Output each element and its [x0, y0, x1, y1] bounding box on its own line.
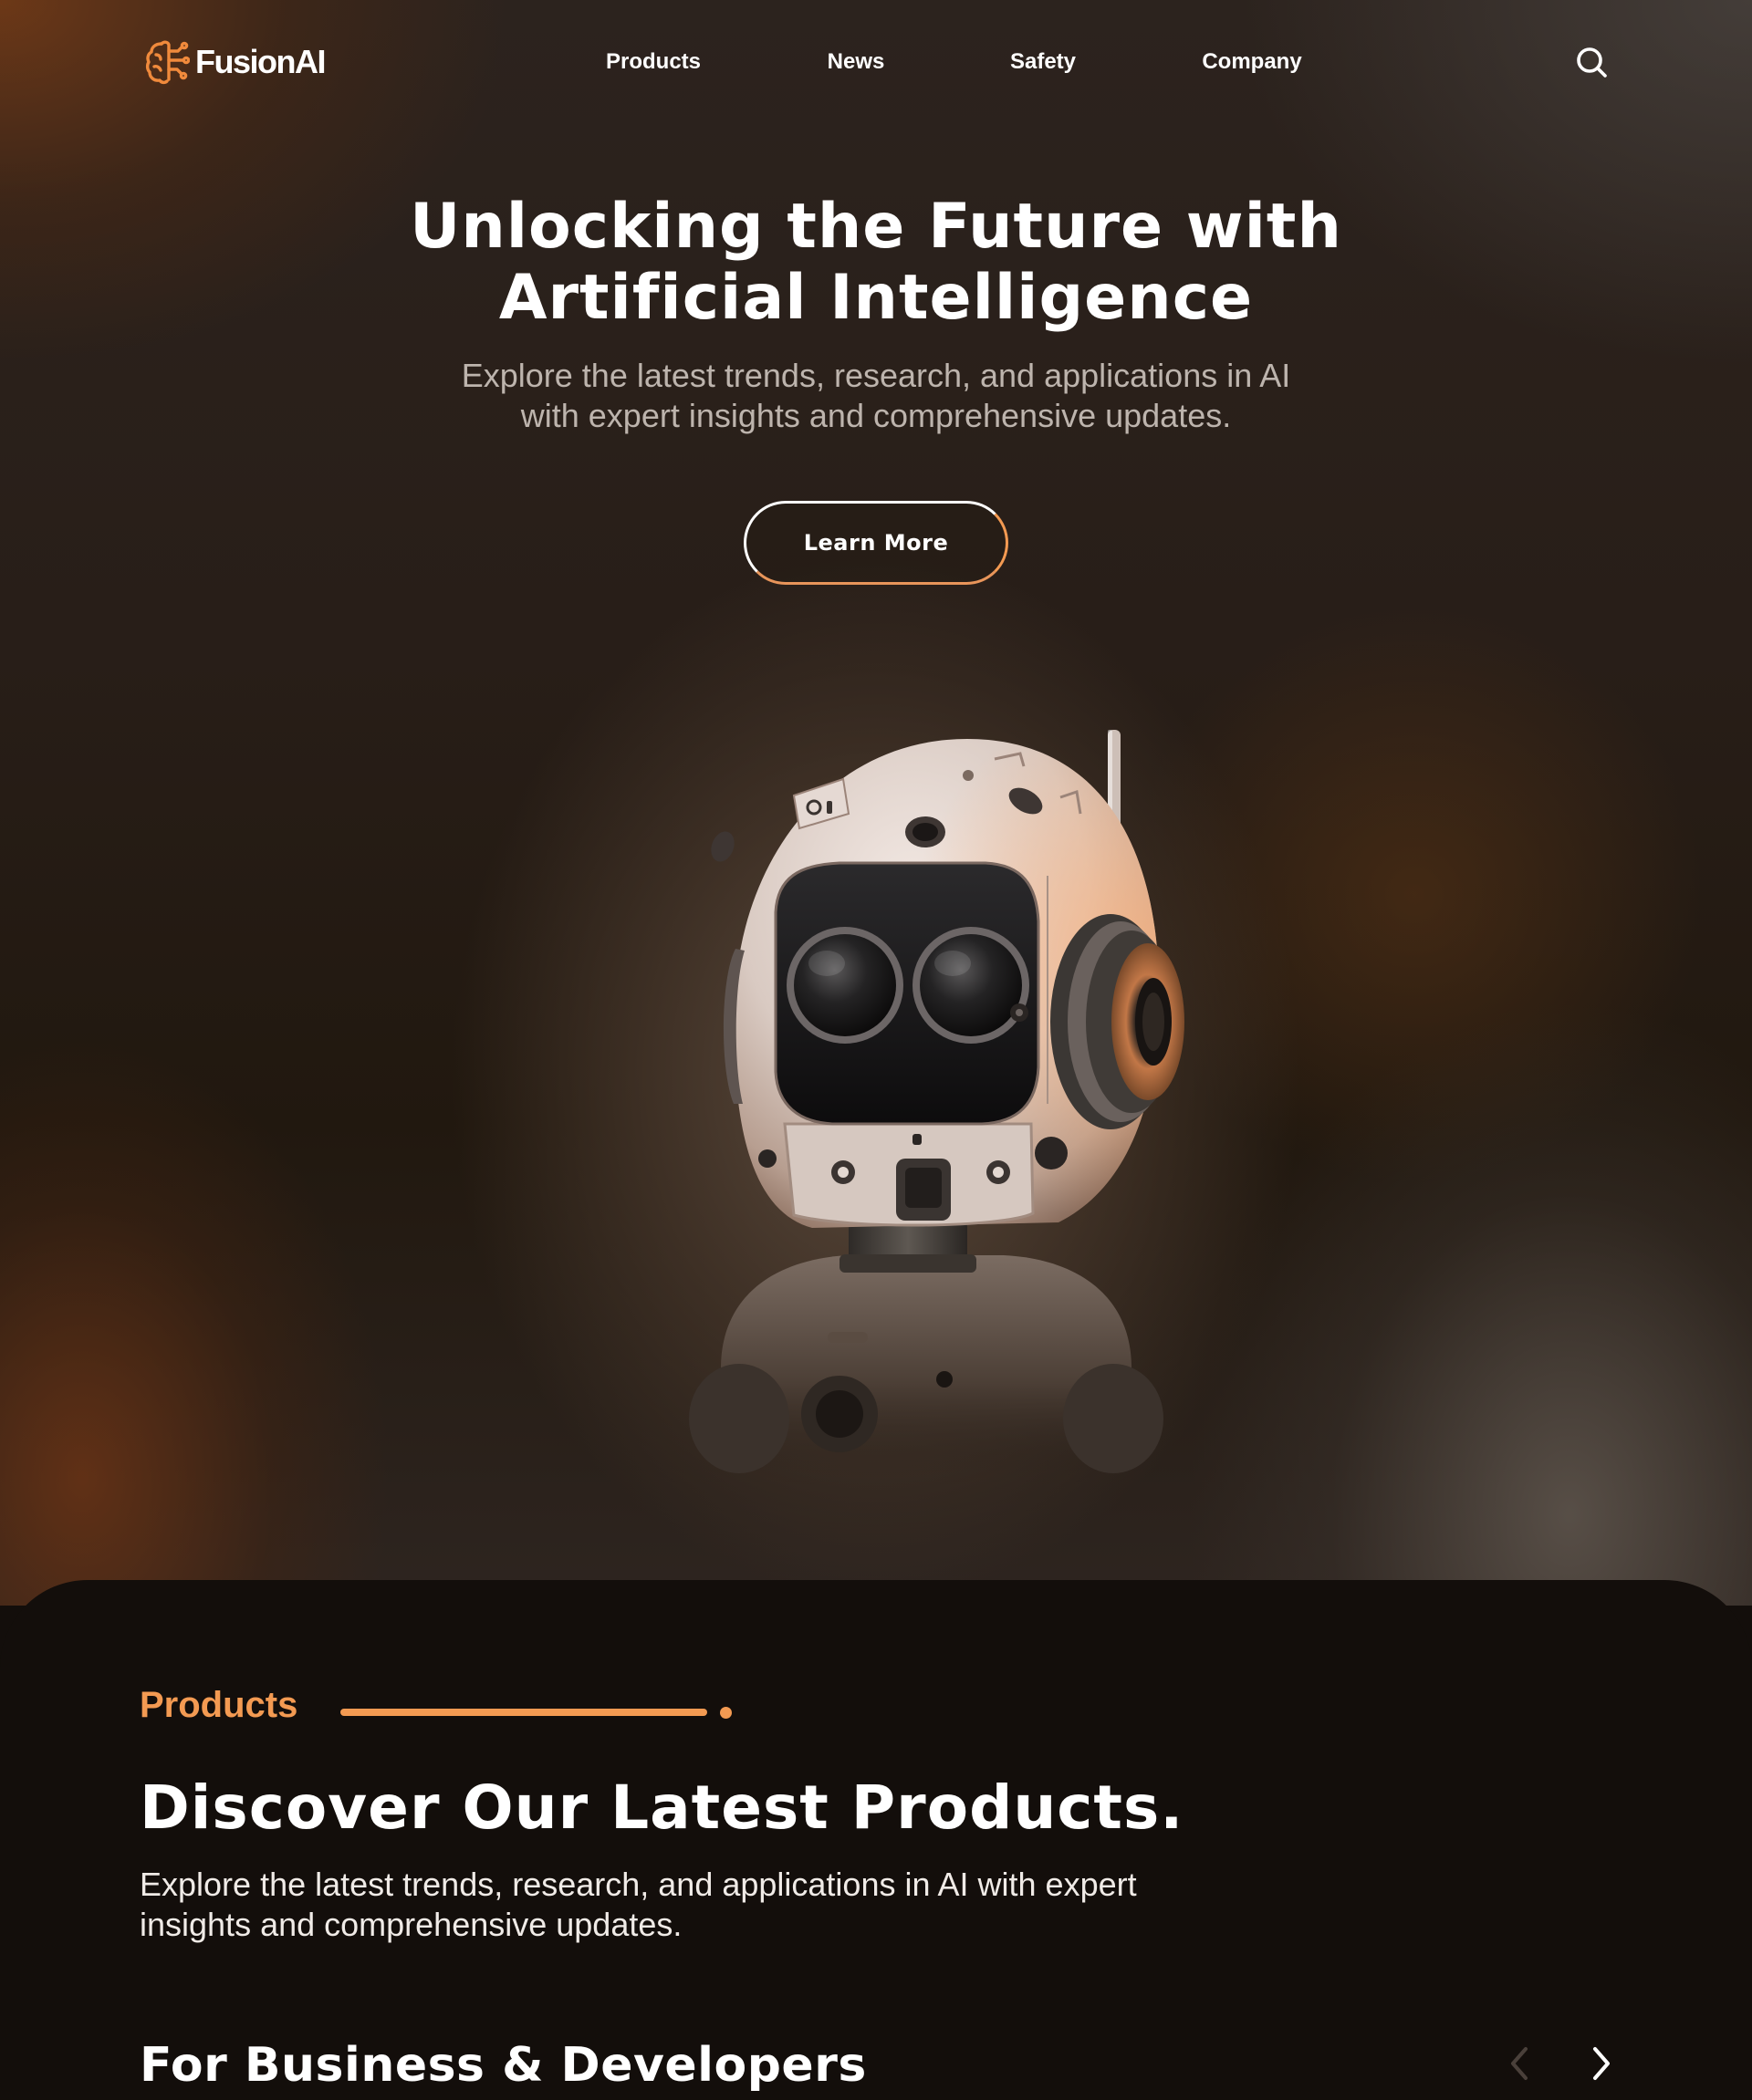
hero-title-line-1: Unlocking the Future with: [410, 191, 1342, 263]
products-subtitle-line-2: insights and comprehensive updates.: [140, 1906, 683, 1943]
main-nav: Products News Safety Company: [0, 49, 1752, 77]
search-icon: [1577, 47, 1607, 78]
nav-link-safety[interactable]: Safety: [1010, 49, 1076, 75]
hero-section: FusionAI Products News Safety Company Un…: [0, 0, 1752, 1606]
carousel-prev-button[interactable]: [1500, 2040, 1540, 2087]
search-button[interactable]: [1573, 44, 1610, 80]
hero-subtitle-line-1: Explore the latest trends, research, and…: [461, 357, 1291, 394]
products-subtitle: Explore the latest trends, research, and…: [140, 1865, 1326, 1945]
hero-title-line-2: Artificial Intelligence: [498, 262, 1254, 334]
subsection-title: For Business & Developers: [140, 2038, 867, 2093]
eyebrow-divider: [340, 1709, 707, 1716]
robot-illustration: [689, 730, 1184, 1473]
nav-link-products[interactable]: Products: [606, 49, 701, 75]
products-subtitle-line-1: Explore the latest trends, research, and…: [140, 1866, 1137, 1903]
products-title: Discover Our Latest Products.: [140, 1773, 1184, 1843]
nav-link-news[interactable]: News: [828, 49, 885, 75]
products-section: Products Discover Our Latest Products. E…: [0, 1580, 1752, 2100]
carousel-next-button[interactable]: [1580, 2040, 1621, 2087]
page: FusionAI Products News Safety Company Un…: [0, 0, 1752, 2100]
eyebrow-dot: [720, 1707, 732, 1719]
hero-subtitle-line-2: with expert insights and comprehensive u…: [520, 397, 1232, 434]
hero-title: Unlocking the Future with Artificial Int…: [237, 192, 1515, 334]
hero-subtitle: Explore the latest trends, research, and…: [328, 356, 1424, 436]
learn-more-button[interactable]: Learn More: [744, 501, 1008, 585]
top-nav: FusionAI Products News Safety Company: [0, 0, 1752, 124]
section-eyebrow: Products: [140, 1685, 732, 1726]
eyebrow-label: Products: [140, 1685, 298, 1725]
chevron-right-icon: [1593, 2047, 1610, 2080]
nav-link-company[interactable]: Company: [1202, 49, 1301, 75]
chevron-left-icon: [1511, 2047, 1528, 2080]
